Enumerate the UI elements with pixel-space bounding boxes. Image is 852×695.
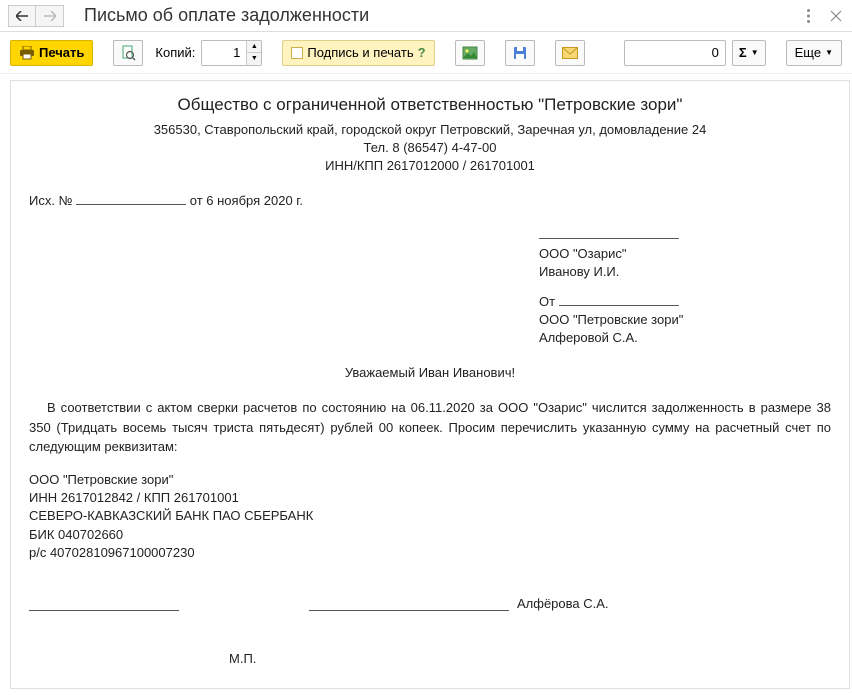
dropdown-icon: ▼ [751, 48, 759, 57]
more-label: Еще [795, 45, 821, 60]
body-text: В соответствии с актом сверки расчетов п… [29, 398, 831, 457]
ref-number-slot [76, 204, 186, 205]
document: Общество с ограниченной ответственностью… [11, 81, 849, 689]
sender-org: ООО "Петровские зори" [539, 311, 831, 329]
print-label: Печать [39, 45, 84, 60]
arrow-right-icon [44, 11, 56, 21]
signatures: Алфёрова С.А. [29, 596, 831, 611]
close-button[interactable] [828, 8, 844, 24]
kebab-menu-button[interactable] [800, 8, 816, 24]
image-button[interactable] [455, 40, 485, 66]
email-button[interactable] [555, 40, 585, 66]
floppy-icon [513, 46, 527, 60]
requisites: ООО "Петровские зори" ИНН 2617012842 / К… [29, 471, 831, 562]
envelope-icon [562, 47, 578, 59]
sigma-label: Σ [739, 45, 747, 60]
sender-underline [559, 305, 679, 306]
req-acc: р/с 40702810967100007230 [29, 544, 831, 562]
more-button[interactable]: Еще ▼ [786, 40, 842, 66]
titlebar: Письмо об оплате задолженности [0, 0, 852, 32]
ref-date: от 6 ноября 2020 г. [190, 193, 303, 208]
recipient-underline [539, 238, 679, 239]
image-icon [462, 46, 478, 60]
org-phone: Тел. 8 (86547) 4-47-00 [29, 139, 831, 157]
sign-print-help: ? [418, 45, 426, 60]
sign-print-label: Подпись и печать [307, 45, 413, 60]
signature-slot-2 [309, 610, 509, 611]
from-label: От [539, 294, 555, 309]
salutation: Уважаемый Иван Иванович! [29, 365, 831, 380]
copies-label: Копий: [155, 45, 195, 60]
close-icon [830, 10, 842, 22]
dropdown-icon: ▼ [825, 48, 833, 57]
org-innkpp: ИНН/КПП 2617012000 / 261701001 [29, 157, 831, 175]
copies-input[interactable] [202, 41, 246, 65]
preview-button[interactable] [113, 40, 143, 66]
toolbar: Печать Копий: ▲ ▼ Подпись и печать ? [0, 32, 852, 74]
printer-icon [19, 46, 35, 60]
doc-header: Общество с ограниченной ответственностью… [29, 93, 831, 175]
checkbox-icon [291, 47, 303, 59]
content-area: Общество с ограниченной ответственностью… [0, 74, 852, 695]
arrow-left-icon [16, 11, 28, 21]
nav-forward-button[interactable] [36, 5, 64, 27]
ref-prefix: Исх. № [29, 193, 73, 208]
document-scroll[interactable]: Общество с ограниченной ответственностью… [10, 80, 850, 689]
req-bik: БИК 040702660 [29, 526, 831, 544]
sum-input[interactable] [625, 45, 725, 60]
recipient-block: ООО "Озарис" Иванову И.И. От ООО "Петров… [539, 226, 831, 347]
copies-up-button[interactable]: ▲ [247, 41, 261, 53]
window-title: Письмо об оплате задолженности [84, 5, 369, 26]
ref-line: Исх. № от 6 ноября 2020 г. [29, 193, 831, 208]
recipient-person: Иванову И.И. [539, 263, 831, 281]
print-button[interactable]: Печать [10, 40, 93, 66]
org-name: Общество с ограниченной ответственностью… [29, 93, 831, 117]
copies-down-button[interactable]: ▼ [247, 53, 261, 65]
org-address: 356530, Ставропольский край, городской о… [29, 121, 831, 139]
recipient-org: ООО "Озарис" [539, 245, 831, 263]
req-org: ООО "Петровские зори" [29, 471, 831, 489]
nav-back-button[interactable] [8, 5, 36, 27]
sum-field [624, 40, 726, 66]
sign-print-button[interactable]: Подпись и печать ? [282, 40, 434, 66]
signature-slot-1 [29, 610, 179, 611]
req-inn: ИНН 2617012842 / КПП 261701001 [29, 489, 831, 507]
sender-person: Алферовой С.А. [539, 329, 831, 347]
document-magnifier-icon [120, 45, 136, 61]
sigma-button[interactable]: Σ ▼ [732, 40, 766, 66]
kebab-icon [807, 9, 810, 23]
stamp-label: М.П. [229, 651, 831, 666]
copies-spinner: ▲ ▼ [201, 40, 262, 66]
req-bank: СЕВЕРО-КАВКАЗСКИЙ БАНК ПАО СБЕРБАНК [29, 507, 831, 525]
signatory-name: Алфёрова С.А. [517, 596, 609, 611]
save-button[interactable] [505, 40, 535, 66]
